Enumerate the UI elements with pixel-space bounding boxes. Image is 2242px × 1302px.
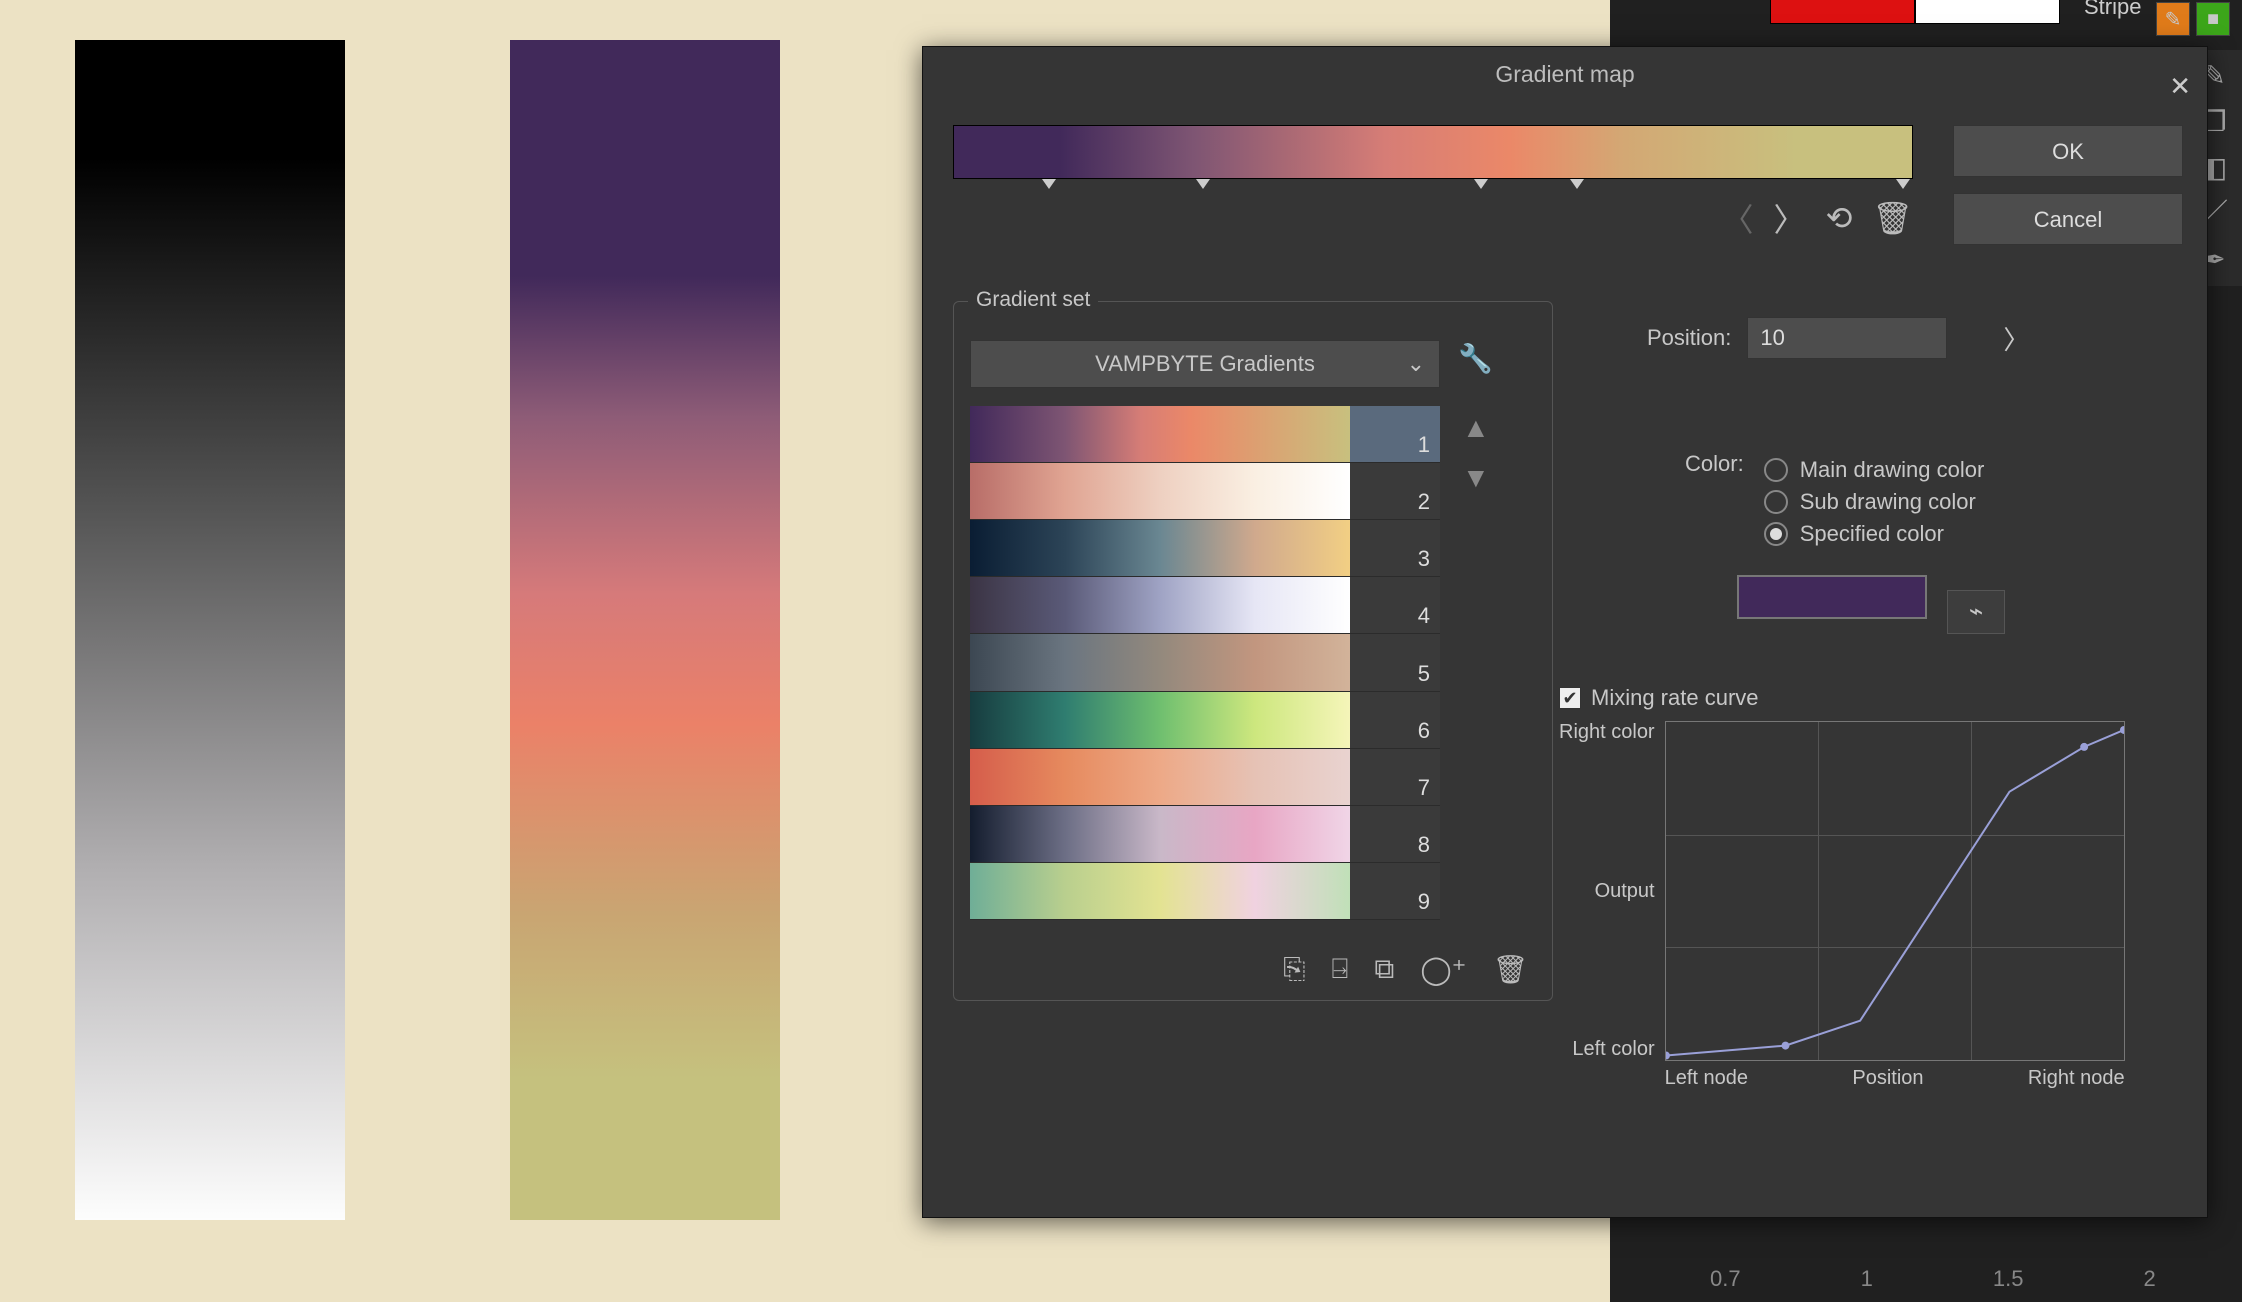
color-option-label: Specified color (1800, 521, 1944, 547)
radio-icon[interactable] (1764, 490, 1788, 514)
gradient-list-item[interactable]: 3 (970, 520, 1440, 577)
export-icon[interactable]: ⍈ (1332, 953, 1349, 986)
gradient-stop-marker[interactable] (1196, 179, 1210, 189)
gradient-list-item[interactable]: 2 (970, 463, 1440, 520)
mixing-checkbox[interactable]: ✔ (1559, 687, 1581, 709)
curve-y-bottom: Left color (1572, 1038, 1654, 1061)
zoom-val[interactable]: 1.5 (1993, 1266, 2024, 1292)
gradient-index: 6 (1350, 692, 1440, 748)
gradient-map-dialog: Gradient map ✕ 〈 〉 ⟲ 🗑 OK Cancel Gradien… (922, 46, 2208, 1218)
color-label: Color: (1685, 451, 1744, 477)
gradient-set-panel: Gradient set VAMPBYTE Gradients ⌄ 🔧 ▲ ▼ … (953, 301, 1553, 1001)
replace-icon[interactable]: ⎘ (1283, 953, 1305, 986)
gradient-thumb (970, 520, 1350, 576)
gradient-index: 8 (1350, 806, 1440, 862)
gradient-thumb (970, 463, 1350, 519)
ok-button[interactable]: OK (1953, 125, 2183, 177)
position-input[interactable] (1747, 317, 1947, 359)
color-option-label: Main drawing color (1800, 457, 1985, 483)
mixing-curve-graph[interactable] (1665, 721, 2125, 1061)
gradient-index: 1 (1350, 406, 1440, 462)
background-color-chip[interactable] (1915, 0, 2060, 24)
gradient-index: 2 (1350, 463, 1440, 519)
gradient-index: 4 (1350, 577, 1440, 633)
color-option-row[interactable]: Sub drawing color (1764, 489, 1985, 515)
gradient-list[interactable]: 123456789 (970, 406, 1440, 920)
move-down-icon[interactable]: ▼ (1462, 462, 1490, 494)
color-option-row[interactable]: Main drawing color (1764, 457, 1985, 483)
gradient-index: 9 (1350, 863, 1440, 919)
gradient-thumb (970, 806, 1350, 862)
duplicate-icon[interactable]: ⧉ (1374, 953, 1394, 986)
gradient-list-item[interactable]: 5 (970, 634, 1440, 691)
gradient-set-label: Gradient set (968, 288, 1098, 312)
delete-stop-icon[interactable]: 🗑 (1872, 199, 1913, 237)
tool-icon-a[interactable]: ✎ (2156, 2, 2190, 36)
color-ribbon: Stripe (1770, 0, 2141, 24)
gradient-list-item[interactable]: 1 (970, 406, 1440, 463)
gradient-thumb (970, 406, 1350, 462)
gradient-stop-marker[interactable] (1896, 179, 1910, 189)
curve-y-mid: Output (1595, 880, 1655, 903)
gradient-list-item[interactable]: 9 (970, 863, 1440, 920)
gradient-thumb (970, 749, 1350, 805)
gradient-list-item[interactable]: 7 (970, 749, 1440, 806)
dialog-title: Gradient map (1495, 61, 1634, 87)
chevron-down-icon: ⌄ (1407, 351, 1425, 377)
color-option-row[interactable]: Specified color (1764, 521, 1985, 547)
gradient-thumb (970, 634, 1350, 690)
gradient-set-value: VAMPBYTE Gradients (1095, 351, 1315, 377)
zoom-val[interactable]: 1 (1861, 1266, 1873, 1292)
mixing-label: Mixing rate curve (1591, 685, 1759, 711)
gradient-preview-bar[interactable] (953, 125, 1913, 179)
cancel-button[interactable]: Cancel (1953, 193, 2183, 245)
gradient-list-item[interactable]: 8 (970, 806, 1440, 863)
gradient-index: 7 (1350, 749, 1440, 805)
zoom-val[interactable]: 0.7 (1710, 1266, 1741, 1292)
gradient-stop-marker[interactable] (1042, 179, 1056, 189)
tool-icon-b[interactable]: ■ (2196, 2, 2230, 36)
stripe-label: Stripe (2084, 0, 2141, 20)
move-up-icon[interactable]: ▲ (1462, 412, 1490, 444)
add-icon[interactable]: ◯⁺ (1420, 953, 1466, 986)
curve-y-top: Right color (1559, 721, 1655, 744)
gradient-stop-markers[interactable] (953, 179, 1913, 193)
color-gradient-swatch (510, 40, 780, 1220)
settings-wrench-icon[interactable]: 🔧 (1458, 342, 1493, 375)
radio-icon[interactable] (1764, 458, 1788, 482)
gradient-list-item[interactable]: 4 (970, 577, 1440, 634)
position-label: Position: (1647, 325, 1731, 351)
grayscale-gradient-swatch (75, 40, 345, 1220)
curve-x-mid: Position (1852, 1067, 1923, 1090)
gradient-index: 3 (1350, 520, 1440, 576)
delete-icon[interactable]: 🗑 (1492, 953, 1528, 986)
gradient-thumb (970, 577, 1350, 633)
curve-x-left: Left node (1665, 1067, 1748, 1090)
gradient-index: 5 (1350, 634, 1440, 690)
gradient-stop-marker[interactable] (1474, 179, 1488, 189)
zoom-values: 0.7 1 1.5 2 (1710, 1266, 2156, 1292)
curve-x-right: Right node (2028, 1067, 2125, 1090)
dialog-titlebar[interactable]: Gradient map ✕ (923, 47, 2207, 101)
eyedropper-icon[interactable]: ⌁ (1947, 590, 2005, 634)
next-stop-icon[interactable]: 〉 (1774, 195, 1806, 241)
foreground-color-chip[interactable] (1770, 0, 1915, 24)
gradient-thumb (970, 863, 1350, 919)
gradient-thumb (970, 692, 1350, 748)
gradient-list-item[interactable]: 6 (970, 692, 1440, 749)
radio-icon[interactable] (1764, 522, 1788, 546)
gradient-stop-marker[interactable] (1570, 179, 1584, 189)
prev-stop-icon[interactable]: 〈 (1722, 195, 1754, 241)
zoom-val[interactable]: 2 (2143, 1266, 2155, 1292)
color-option-label: Sub drawing color (1800, 489, 1976, 515)
position-more-icon[interactable]: 〉 (2003, 320, 2029, 357)
specified-color-swatch[interactable] (1737, 575, 1927, 619)
flip-icon[interactable]: ⟲ (1826, 199, 1853, 237)
gradient-set-dropdown[interactable]: VAMPBYTE Gradients ⌄ (970, 340, 1440, 388)
